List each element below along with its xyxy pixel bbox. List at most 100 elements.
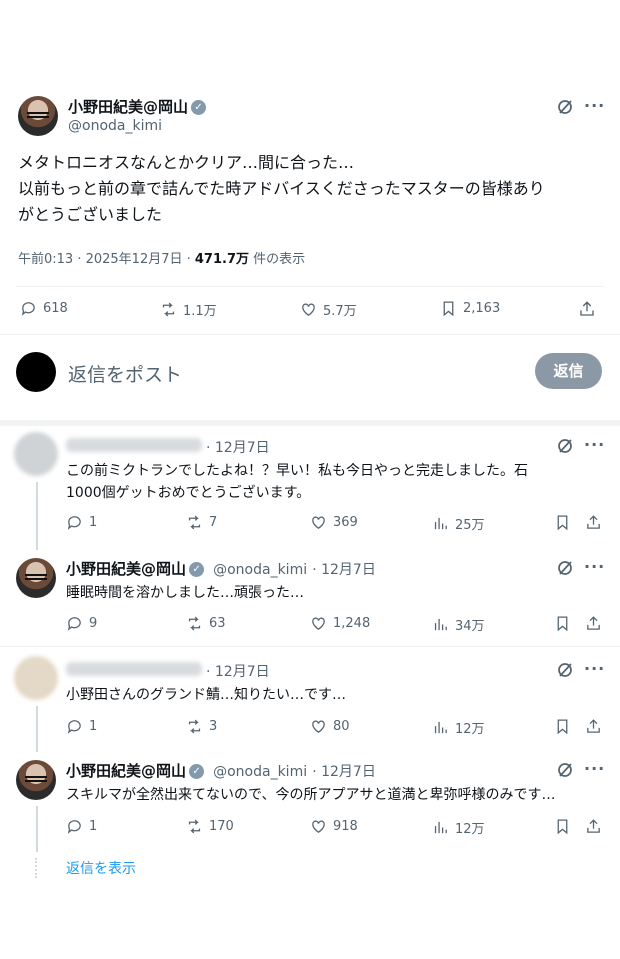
like-count: 369	[333, 515, 358, 530]
reply-date[interactable]: · 12月7日	[312, 764, 376, 780]
repost-count: 7	[209, 515, 218, 530]
author-avatar[interactable]	[16, 760, 56, 800]
blurred-username	[66, 662, 202, 676]
reply-button[interactable]: 1	[66, 818, 97, 835]
author-name[interactable]: 小野田紀美@岡山	[66, 762, 186, 780]
reply-submit-button[interactable]: 返信	[535, 353, 602, 389]
like-button[interactable]: 80	[310, 718, 350, 735]
grok-icon[interactable]	[557, 99, 573, 115]
reply-header: 小野田紀美@岡山 ✓ @onoda_kimi · 12月7日	[66, 760, 376, 781]
reply-text-line: この前ミクトランでしたよね！？早い！私も今日やっと完走しました。石	[66, 463, 528, 479]
share-icon[interactable]	[585, 615, 602, 632]
reply-avatar[interactable]	[14, 432, 58, 476]
reply-input[interactable]: 返信をポスト	[68, 360, 182, 387]
reply-count: 9	[89, 616, 98, 631]
views-icon	[434, 721, 447, 734]
repost-count: 3	[209, 719, 218, 734]
reply-count: 1	[89, 719, 98, 734]
views-button[interactable]: 34万	[432, 615, 485, 634]
reply-count: 618	[43, 301, 68, 316]
views-button[interactable]: 12万	[432, 718, 485, 737]
like-icon	[312, 617, 325, 630]
thread-line	[36, 706, 38, 752]
reply-date[interactable]: · 12月7日	[206, 661, 270, 681]
post-text-line: がとうございました	[18, 205, 163, 224]
show-replies-link[interactable]: 返信を表示	[66, 858, 136, 878]
repost-button[interactable]: 7	[186, 514, 217, 531]
repost-count: 170	[209, 819, 234, 834]
reply-button[interactable]: 1	[66, 514, 97, 531]
divider	[16, 286, 604, 287]
repost-button[interactable]: 63	[186, 615, 226, 632]
reply-icon	[67, 820, 81, 834]
author-handle[interactable]: @onoda_kimi	[213, 764, 307, 780]
bookmark-icon[interactable]	[554, 615, 571, 632]
verified-badge-icon: ✓	[189, 562, 205, 577]
views-button[interactable]: 12万	[432, 818, 485, 837]
views-button[interactable]: 25万	[432, 514, 485, 533]
author-handle[interactable]: @onoda_kimi	[68, 118, 162, 134]
more-icon[interactable]: ···	[584, 435, 605, 454]
more-icon[interactable]: ···	[584, 557, 605, 576]
like-icon	[312, 720, 325, 733]
bookmark-icon[interactable]	[554, 718, 571, 735]
grok-icon[interactable]	[557, 762, 573, 778]
thread-line	[36, 806, 38, 852]
like-button[interactable]: 918	[310, 818, 358, 835]
repost-count: 63	[209, 616, 226, 631]
reply-count: 1	[89, 819, 98, 834]
author-avatar[interactable]	[16, 558, 56, 598]
like-button[interactable]: 369	[310, 514, 358, 531]
my-avatar[interactable]	[16, 352, 56, 392]
bookmark-icon[interactable]	[554, 514, 571, 531]
author-name[interactable]: 小野田紀美@岡山	[68, 98, 188, 116]
repost-button[interactable]: 1.1万	[160, 300, 217, 319]
more-icon[interactable]: ···	[584, 96, 605, 115]
reply-icon	[67, 516, 81, 530]
grok-icon[interactable]	[557, 560, 573, 576]
views-icon	[434, 517, 447, 530]
like-button[interactable]: 1,248	[310, 615, 370, 632]
repost-icon	[188, 719, 201, 734]
post-text-line: メタトロニオスなんとかクリア…間に合った…	[18, 153, 355, 172]
more-icon[interactable]: ···	[584, 659, 605, 678]
like-icon	[312, 820, 325, 833]
like-count: 80	[333, 719, 350, 734]
author-handle[interactable]: @onoda_kimi	[213, 562, 307, 578]
like-button[interactable]: 5.7万	[300, 300, 357, 319]
thread-dots	[35, 858, 40, 878]
like-count: 1,248	[333, 616, 371, 631]
reply-date[interactable]: · 12月7日	[312, 562, 376, 578]
bookmark-icon[interactable]	[554, 818, 571, 835]
verified-badge-icon: ✓	[191, 100, 207, 115]
author-avatar[interactable]	[18, 96, 58, 136]
bookmark-button[interactable]: 2,163	[440, 300, 500, 317]
like-icon	[302, 303, 315, 316]
share-icon[interactable]	[585, 514, 602, 531]
author-name[interactable]: 小野田紀美@岡山	[66, 560, 186, 578]
repost-button[interactable]: 3	[186, 718, 217, 735]
grok-icon[interactable]	[557, 662, 573, 678]
views-count: 34万	[455, 619, 485, 634]
share-icon[interactable]	[585, 818, 602, 835]
like-count: 5.7万	[323, 304, 357, 319]
post-time[interactable]: 午前0:13 · 2025年12月7日 ·	[18, 252, 195, 267]
divider	[0, 334, 620, 335]
reply-text-line: 1000個ゲットおめでとうございます。	[66, 485, 311, 501]
reply-text: スキルマが全然出来てないので、今の所アプアサと道満と卑弥呼様のみです…	[66, 787, 556, 803]
reply-button[interactable]: 9	[66, 615, 97, 632]
views-icon	[434, 821, 447, 834]
reply-button[interactable]: 1	[66, 718, 97, 735]
more-icon[interactable]: ···	[584, 759, 605, 778]
share-icon[interactable]	[578, 300, 596, 318]
reply-button[interactable]: 618	[20, 300, 68, 317]
reply-icon	[67, 720, 81, 734]
repost-button[interactable]: 170	[186, 818, 234, 835]
reply-avatar[interactable]	[14, 656, 58, 700]
author-name-row[interactable]: 小野田紀美@岡山 ✓	[68, 96, 207, 117]
views-count: 12万	[455, 822, 485, 837]
reply-date[interactable]: · 12月7日	[206, 437, 270, 457]
grok-icon[interactable]	[557, 438, 573, 454]
share-icon[interactable]	[585, 718, 602, 735]
divider	[0, 646, 620, 647]
